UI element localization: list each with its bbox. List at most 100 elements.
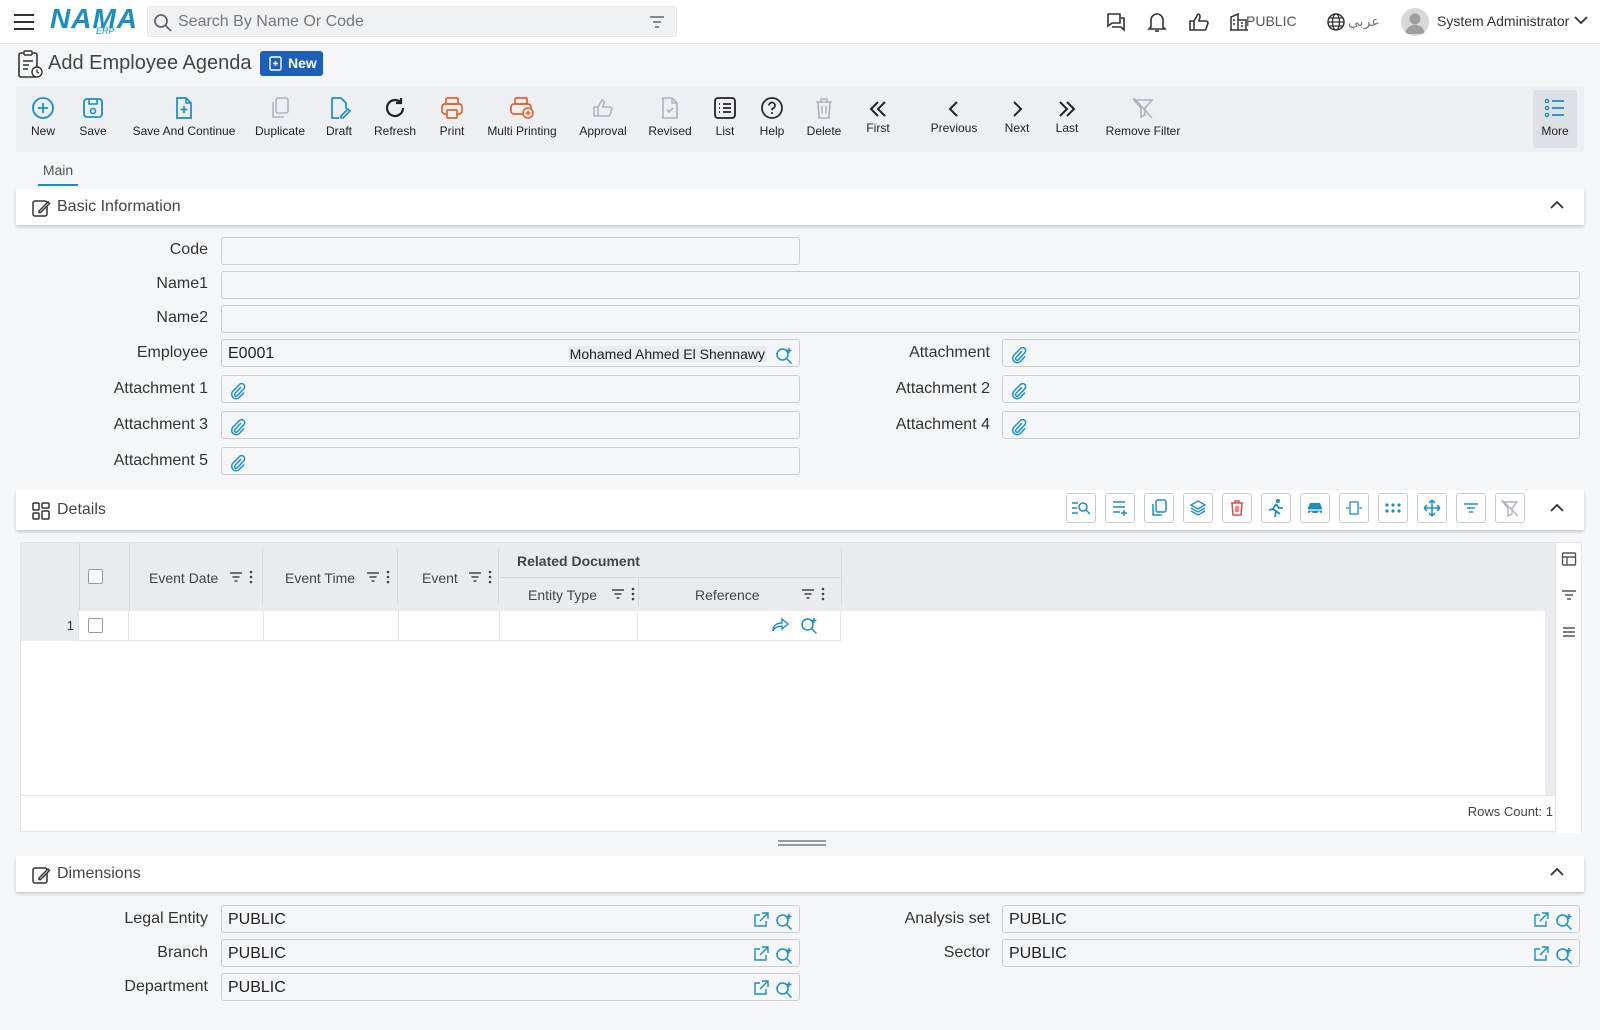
help-button[interactable]: Help [758,86,786,152]
dimensions-header[interactable]: Dimensions [16,856,1584,892]
table-icon[interactable] [1561,551,1577,567]
open-external-icon[interactable] [753,946,769,962]
run-button[interactable] [1261,493,1291,523]
col-reference[interactable]: Reference [695,587,760,603]
avatar[interactable] [1401,8,1429,36]
save-and-continue-button[interactable]: Save And Continue [132,86,236,152]
next-record-button[interactable]: Next [1002,86,1032,152]
multi-printing-button[interactable]: Multi Printing [486,86,558,152]
open-external-icon[interactable] [753,912,769,928]
grid-filter-button[interactable] [1456,493,1486,523]
search-plus-icon[interactable] [775,346,793,364]
search-plus-icon[interactable] [775,946,793,964]
attachment1-field[interactable] [221,375,800,403]
col-entity-type[interactable]: Entity Type [528,587,597,603]
filter-icon[interactable] [468,571,482,583]
language-switch[interactable]: عربي [1348,13,1380,30]
company-label[interactable]: PUBLIC [1246,13,1297,29]
search-plus-icon[interactable] [775,980,793,998]
sector-field[interactable]: PUBLIC [1002,939,1580,967]
last-record-button[interactable]: Last [1052,86,1082,152]
messages-icon[interactable] [1104,10,1128,34]
paperclip-icon[interactable] [230,454,246,472]
paperclip-icon[interactable] [230,382,246,400]
reference-cell[interactable] [638,611,841,641]
revised-button[interactable]: Revised [648,86,692,152]
notifications-bell-icon[interactable] [1146,10,1168,34]
more-button[interactable]: More [1533,90,1577,148]
search-plus-icon[interactable] [1555,946,1573,964]
share-arrow-icon[interactable] [772,617,790,633]
draft-button[interactable]: Draft [325,86,353,152]
section-resize-handle[interactable] [778,840,826,846]
grid-remove-filter-button[interactable] [1495,493,1525,523]
like-icon[interactable] [1187,10,1211,34]
paperclip-icon[interactable] [230,418,246,436]
column-menu-icon[interactable] [249,570,253,584]
column-menu-icon[interactable] [386,570,390,584]
new-button[interactable]: New [30,86,56,152]
column-menu-icon[interactable] [821,587,825,601]
attachment-field[interactable] [1002,339,1580,367]
chevron-up-icon[interactable] [1550,503,1564,513]
attachment4-field[interactable] [1002,411,1580,439]
filter-icon[interactable] [1561,588,1577,602]
event-date-cell[interactable] [129,611,264,641]
layers-button[interactable] [1183,493,1213,523]
paperclip-icon[interactable] [1011,382,1027,400]
search-plus-icon[interactable] [775,912,793,930]
column-menu-icon[interactable] [488,570,492,584]
filter-icon[interactable] [229,571,243,583]
expand-columns-button[interactable] [1339,493,1369,523]
nama-logo[interactable]: NAMA ERP [50,5,137,37]
approval-button[interactable]: Approval [578,86,628,152]
search-plus-icon[interactable] [1555,912,1573,930]
save-button[interactable]: Save [78,86,108,152]
chevron-up-icon[interactable] [1550,867,1564,877]
move-button[interactable] [1417,493,1447,523]
basic-information-header[interactable]: Basic Information [16,189,1584,225]
delete-button[interactable]: Delete [805,86,843,152]
user-name[interactable]: System Administrator [1437,13,1569,29]
paperclip-icon[interactable] [1011,418,1027,436]
attachment3-field[interactable] [221,411,800,439]
select-all-checkbox[interactable] [88,569,103,584]
open-external-icon[interactable] [753,980,769,996]
analysis-set-field[interactable]: PUBLIC [1002,905,1580,933]
filter-icon[interactable] [366,571,380,583]
language-globe-icon[interactable] [1326,12,1346,32]
open-external-icon[interactable] [1533,946,1549,962]
list-button[interactable]: List [712,86,738,152]
search-input[interactable] [178,7,638,36]
refresh-button[interactable]: Refresh [373,86,417,152]
filter-icon[interactable] [648,14,666,30]
col-event-time[interactable]: Event Time [285,570,355,586]
paperclip-icon[interactable] [1011,346,1027,364]
duplicate-button[interactable]: Duplicate [255,86,305,152]
department-field[interactable]: PUBLIC [221,973,800,1001]
chevron-down-icon[interactable] [1574,15,1588,25]
delete-row-button[interactable] [1222,493,1252,523]
event-cell[interactable] [399,611,500,641]
previous-record-button[interactable]: Previous [930,86,978,152]
add-row-button[interactable] [1105,493,1135,523]
chevron-up-icon[interactable] [1550,200,1564,210]
col-event[interactable]: Event [422,570,458,586]
vehicle-button[interactable] [1300,493,1330,523]
open-external-icon[interactable] [1533,912,1549,928]
row-checkbox[interactable] [88,618,103,633]
event-time-cell[interactable] [264,611,399,641]
grid-scrollbar[interactable] [1545,611,1555,795]
attachment2-field[interactable] [1002,375,1580,403]
legal-entity-field[interactable]: PUBLIC [221,905,800,933]
code-field[interactable] [221,237,800,265]
search-plus-icon[interactable] [800,616,818,634]
find-in-grid-button[interactable] [1066,493,1096,523]
table-row[interactable]: 1 [21,611,841,641]
tab-main[interactable]: Main [38,156,78,186]
grid-dots-button[interactable] [1378,493,1408,523]
filter-icon[interactable] [801,588,815,600]
col-event-date[interactable]: Event Date [149,570,218,586]
name2-field[interactable] [221,305,1580,333]
menu-lines-icon[interactable] [1561,625,1577,639]
